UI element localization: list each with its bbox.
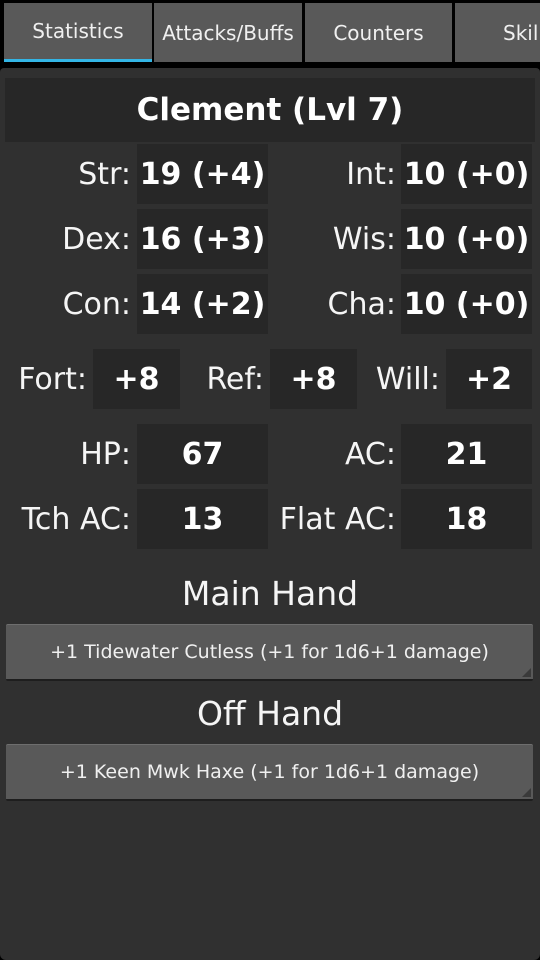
ability-label-cha: Cha: bbox=[327, 286, 396, 322]
main-hand-weapon-button[interactable]: +1 Tidewater Cutless (+1 for 1d6+1 damag… bbox=[6, 624, 533, 681]
flat-ac-value: 18 bbox=[401, 489, 532, 549]
hp-value: 67 bbox=[137, 424, 268, 484]
ability-value-cha: 10 (+0) bbox=[401, 274, 532, 334]
touch-ac-label: Tch AC: bbox=[21, 501, 131, 537]
main-hand-weapon-label: +1 Tidewater Cutless (+1 for 1d6+1 damag… bbox=[50, 641, 489, 663]
ability-value-con: 14 (+2) bbox=[137, 274, 268, 334]
save-value-ref: +8 bbox=[270, 349, 357, 409]
ability-value-int: 10 (+0) bbox=[401, 144, 532, 204]
ac-label: AC: bbox=[344, 436, 396, 472]
off-hand-weapon-label: +1 Keen Mwk Haxe (+1 for 1d6+1 damage) bbox=[59, 761, 480, 783]
dropdown-corner-icon bbox=[522, 668, 531, 677]
ability-label-dex: Dex: bbox=[62, 221, 131, 257]
ac-value: 21 bbox=[401, 424, 532, 484]
character-title: Clement (Lvl 7) bbox=[5, 78, 535, 142]
tab-skills[interactable]: Skills bbox=[455, 3, 540, 62]
save-label-ref: Ref: bbox=[206, 361, 264, 397]
flat-ac-label: Flat AC: bbox=[279, 501, 396, 537]
ability-row: Str: 19 (+4) Int: 10 (+0) bbox=[0, 144, 540, 204]
ability-value-dex: 16 (+3) bbox=[137, 209, 268, 269]
defense-row: HP: 67 AC: 21 bbox=[0, 424, 540, 484]
ability-label-wis: Wis: bbox=[332, 221, 396, 257]
tab-bar: Statistics Attacks/Buffs Counters Skills bbox=[0, 0, 540, 64]
statistics-panel: Clement (Lvl 7) Str: 19 (+4) Int: 10 (+0… bbox=[0, 68, 540, 960]
save-value-will: +2 bbox=[446, 349, 532, 409]
tab-statistics[interactable]: Statistics bbox=[4, 3, 152, 62]
dropdown-corner-icon bbox=[522, 788, 531, 797]
ability-value-wis: 10 (+0) bbox=[401, 209, 532, 269]
saves-row: Fort: +8 Ref: +8 Will: +2 bbox=[0, 349, 540, 409]
save-label-will: Will: bbox=[375, 361, 440, 397]
ability-row: Dex: 16 (+3) Wis: 10 (+0) bbox=[0, 209, 540, 269]
ability-label-str: Str: bbox=[78, 156, 131, 192]
hp-label: HP: bbox=[80, 436, 131, 472]
tab-counters[interactable]: Counters bbox=[305, 3, 452, 62]
ability-row: Con: 14 (+2) Cha: 10 (+0) bbox=[0, 274, 540, 334]
save-value-fort: +8 bbox=[93, 349, 180, 409]
ability-value-str: 19 (+4) bbox=[137, 144, 268, 204]
off-hand-weapon-button[interactable]: +1 Keen Mwk Haxe (+1 for 1d6+1 damage) bbox=[6, 744, 533, 801]
off-hand-heading: Off Hand bbox=[196, 693, 344, 733]
tab-attacks-buffs[interactable]: Attacks/Buffs bbox=[154, 3, 302, 62]
defense-row: Tch AC: 13 Flat AC: 18 bbox=[0, 489, 540, 549]
save-label-fort: Fort: bbox=[18, 361, 87, 397]
main-hand-heading: Main Hand bbox=[181, 573, 359, 613]
ability-label-int: Int: bbox=[346, 156, 396, 192]
ability-label-con: Con: bbox=[62, 286, 131, 322]
touch-ac-value: 13 bbox=[137, 489, 268, 549]
